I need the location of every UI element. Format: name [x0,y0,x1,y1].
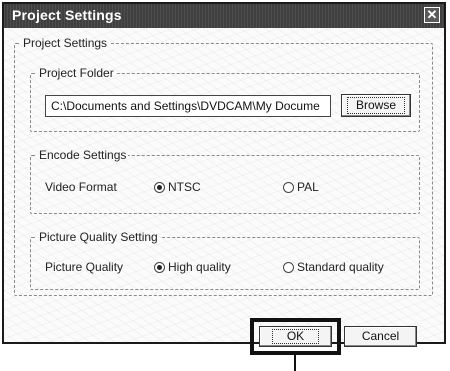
high-quality-radio-label: High quality [168,260,231,274]
ntsc-radio-indicator[interactable] [154,181,165,193]
browse-button[interactable]: Browse [341,94,411,117]
picture-quality-label: Picture Quality [45,260,124,274]
encode-settings-legend: Encode Settings [39,148,127,162]
pal-radio-label: PAL [297,180,319,194]
picture-quality-setting-legend: Picture Quality Setting [39,230,158,244]
close-icon: ✕ [426,7,438,22]
standard-quality-radio-indicator[interactable] [283,261,294,273]
ntsc-radio[interactable]: NTSC [154,180,201,194]
video-format-label: Video Format [45,180,117,194]
project-folder-legend: Project Folder [39,66,114,80]
title-bar: Project Settings ✕ [4,4,444,28]
project-folder-path-value: C:\Documents and Settings\DVDCAM\My Docu… [51,99,320,113]
cancel-button[interactable]: Cancel [344,326,417,347]
dialog-title: Project Settings [12,7,122,23]
high-quality-radio[interactable]: High quality [154,260,231,274]
pal-radio-indicator[interactable] [283,181,294,193]
ok-button[interactable]: OK [259,326,332,347]
ntsc-radio-label: NTSC [168,180,201,194]
callout-pointer-line [294,355,296,371]
project-folder-path-field[interactable]: C:\Documents and Settings\DVDCAM\My Docu… [45,95,331,117]
standard-quality-radio[interactable]: Standard quality [283,260,384,274]
close-button[interactable]: ✕ [424,7,440,23]
browse-button-label: Browse [346,97,405,114]
ok-button-label: OK [271,329,320,344]
pal-radio[interactable]: PAL [283,180,319,194]
cancel-button-label: Cancel [361,329,400,343]
project-settings-legend: Project Settings [23,36,108,50]
standard-quality-radio-label: Standard quality [297,260,384,274]
high-quality-radio-indicator[interactable] [154,261,165,273]
